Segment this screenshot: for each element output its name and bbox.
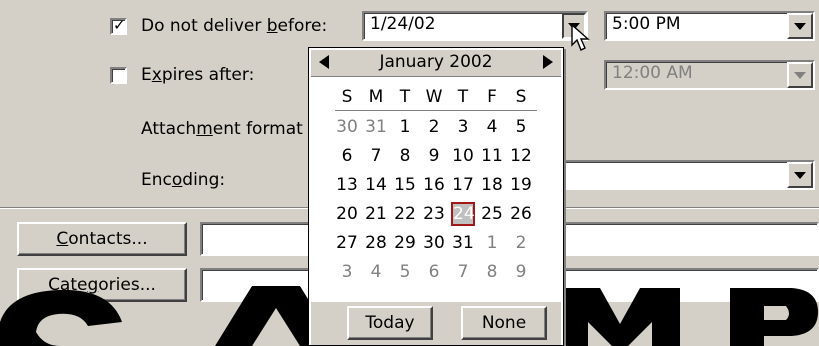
- calendar-day[interactable]: 5: [509, 115, 533, 139]
- calendar-day-selected[interactable]: 24: [451, 202, 475, 226]
- calendar-day[interactable]: 23: [422, 202, 446, 226]
- calendar-day[interactable]: 26: [509, 202, 533, 226]
- encoding-select[interactable]: [560, 160, 815, 190]
- calendar-day[interactable]: 31: [364, 115, 388, 139]
- calendar-day[interactable]: 4: [480, 115, 504, 139]
- weekday-label: T: [399, 87, 411, 107]
- calendar-day[interactable]: 19: [509, 173, 533, 197]
- calendar-day[interactable]: 15: [393, 173, 417, 197]
- mouse-pointer-icon: [571, 24, 590, 51]
- calendar-day[interactable]: 31: [451, 231, 475, 255]
- calendar-day[interactable]: 3: [335, 260, 359, 284]
- deliver-time-value: 5:00 PM: [612, 14, 681, 34]
- calendar-header: January 2002: [311, 50, 561, 77]
- chevron-down-icon: [794, 71, 806, 79]
- calendar-week-row: 30 31 1 2 3 4 5: [335, 115, 545, 139]
- attachment-format-label: Attachment format: [141, 119, 303, 139]
- calendar-footer: Today None: [311, 302, 561, 345]
- calendar-day[interactable]: 1: [393, 115, 417, 139]
- calendar-day[interactable]: 28: [364, 231, 388, 255]
- calendar-week-row: 13 14 15 16 17 18 19: [335, 173, 545, 197]
- calendar-day[interactable]: 25: [480, 202, 504, 226]
- encoding-dropdown-button[interactable]: [787, 162, 813, 188]
- deliver-before-label: Do not deliver before:: [141, 16, 328, 36]
- calendar-week-row: 27 28 29 30 31 1 2: [335, 231, 545, 255]
- calendar-day[interactable]: 6: [422, 260, 446, 284]
- calendar-week-row: 20 21 22 23 24 25 26: [335, 202, 545, 226]
- calendar-day[interactable]: 5: [393, 260, 417, 284]
- calendar-day[interactable]: 3: [451, 115, 475, 139]
- calendar-week-row: 6 7 8 9 10 11 12: [335, 144, 545, 168]
- contacts-button[interactable]: Contacts...: [17, 222, 187, 256]
- calendar-day[interactable]: 17: [451, 173, 475, 197]
- weekday-label: F: [487, 87, 497, 107]
- calendar-day[interactable]: 1: [480, 231, 504, 255]
- expires-time-field: 12:00 AM: [604, 60, 815, 90]
- checkmark-icon: ✓: [113, 16, 126, 34]
- calendar-weekday-row: S M T W T F S: [335, 85, 545, 109]
- calendar-day[interactable]: 16: [422, 173, 446, 197]
- calendar-day[interactable]: 22: [393, 202, 417, 226]
- calendar-day[interactable]: 11: [480, 144, 504, 168]
- weekday-divider: [335, 110, 537, 111]
- categories-button[interactable]: Categories...: [17, 268, 187, 302]
- calendar-day[interactable]: 2: [509, 231, 533, 255]
- weekday-label: S: [515, 87, 527, 107]
- calendar-popup[interactable]: January 2002 S M T W T F S 30 31 1 2 3 4…: [308, 47, 564, 346]
- calendar-day[interactable]: 4: [364, 260, 388, 284]
- calendar-day[interactable]: 6: [335, 144, 359, 168]
- calendar-day[interactable]: 9: [422, 144, 446, 168]
- calendar-day[interactable]: 30: [422, 231, 446, 255]
- calendar-day[interactable]: 13: [335, 173, 359, 197]
- triangle-right-icon[interactable]: [543, 55, 553, 69]
- calendar-day[interactable]: 10: [451, 144, 475, 168]
- chevron-down-icon: [794, 171, 806, 179]
- today-button[interactable]: Today: [347, 306, 433, 340]
- calendar-day[interactable]: 2: [422, 115, 446, 139]
- calendar-day[interactable]: 7: [451, 260, 475, 284]
- deliver-date-value: 1/24/02: [370, 14, 436, 34]
- weekday-label: S: [341, 87, 353, 107]
- calendar-day[interactable]: 9: [509, 260, 533, 284]
- deliver-time-dropdown-button[interactable]: [787, 13, 813, 39]
- weekday-label: T: [457, 87, 469, 107]
- encoding-label: Encoding:: [141, 170, 226, 190]
- calendar-day[interactable]: 8: [393, 144, 417, 168]
- calendar-month-title: January 2002: [379, 52, 493, 72]
- none-button[interactable]: None: [461, 306, 547, 340]
- calendar-day[interactable]: 30: [335, 115, 359, 139]
- calendar-day[interactable]: 14: [364, 173, 388, 197]
- calendar-day[interactable]: 20: [335, 202, 359, 226]
- expires-time-dropdown-button: [787, 62, 813, 88]
- calendar-day[interactable]: 27: [335, 231, 359, 255]
- calendar-day[interactable]: 29: [393, 231, 417, 255]
- deliver-date-field[interactable]: 1/24/02: [362, 11, 588, 41]
- expires-time-value: 12:00 AM: [612, 63, 693, 83]
- calendar-day[interactable]: 21: [364, 202, 388, 226]
- deliver-time-field[interactable]: 5:00 PM: [604, 11, 815, 41]
- calendar-day[interactable]: 18: [480, 173, 504, 197]
- weekday-label: M: [368, 87, 384, 107]
- calendar-week-row: 3 4 5 6 7 8 9: [335, 260, 545, 284]
- expires-after-label: Expires after:: [141, 65, 255, 85]
- calendar-day[interactable]: 8: [480, 260, 504, 284]
- expires-after-checkbox[interactable]: [110, 67, 127, 84]
- deliver-before-checkbox[interactable]: ✓: [110, 16, 127, 35]
- calendar-day[interactable]: 7: [364, 144, 388, 168]
- chevron-down-icon: [794, 22, 806, 30]
- calendar-day[interactable]: 12: [509, 144, 533, 168]
- weekday-label: W: [425, 87, 443, 107]
